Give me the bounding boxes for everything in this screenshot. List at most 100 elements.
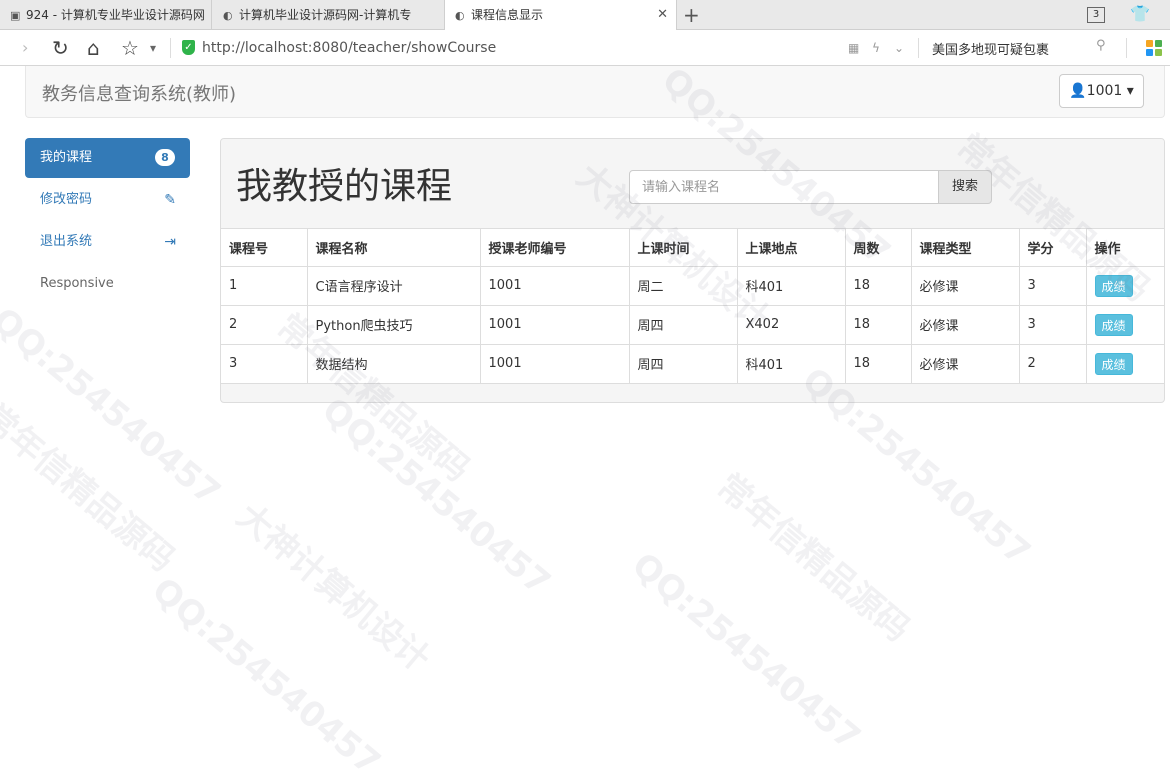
table-row: 1 C语言程序设计 1001 周二 科401 18 必修课 3 成绩 [221,265,1164,306]
close-tab-icon[interactable]: ✕ [657,0,668,30]
reload-icon[interactable]: ↻ [52,36,69,60]
home-icon[interactable]: ⌂ [87,36,100,60]
cell-course-id: 3 [221,343,308,384]
app-navbar: 教务信息查询系统(教师) 👤1001 ▾ [25,66,1165,118]
forward-icon[interactable]: › [22,36,28,60]
watermark-text: 常年信精品源码 [0,396,183,580]
cell-location: 科401 [736,265,846,306]
divider [1126,38,1127,58]
watermark-text: QQ:254540457 [0,300,228,514]
browser-tab-3[interactable]: ◐ 课程信息显示 ✕ [445,0,677,31]
browser-tab-2[interactable]: ◐ 计算机毕业设计源码网-计算机专 [213,0,445,30]
cell-credit: 2 [1018,343,1087,384]
pencil-icon: ✎ [164,192,176,208]
url-host: http://localhost [202,40,308,56]
column-header: 操作 [1085,229,1164,267]
watermark-text: QQ:254540457 [314,390,558,604]
sidebar-item-logout[interactable]: 退出系统 ⇥ [25,222,190,262]
cell-action: 成绩 [1085,343,1164,384]
sidebar-item-change-password[interactable]: 修改密码 ✎ [25,180,190,220]
cell-weeks: 18 [844,265,912,306]
divider [918,38,919,58]
cell-location: 科401 [736,343,846,384]
grade-button[interactable]: 成绩 [1094,274,1133,297]
search-button[interactable]: 搜索 [938,170,992,204]
divider [170,38,171,58]
cell-type: 必修课 [910,304,1020,345]
column-header: 课程号 [221,229,308,267]
cell-weeks: 18 [844,304,912,345]
cell-course-name: 数据结构 [306,343,481,384]
cell-course-name: C语言程序设计 [306,265,481,306]
column-header: 上课时间 [628,229,738,267]
logout-icon: ⇥ [164,234,176,250]
watermark-text: QQ:254540457 [624,545,868,759]
qr-code-icon[interactable]: ▦ [848,41,859,55]
cell-teacher-id: 1001 [479,343,630,384]
sidebar-item-label: Responsive [40,276,114,291]
watermark-text: 大神计算机设计 [229,496,438,680]
page-icon: ▣ [10,9,21,22]
shield-icon: ✓ [182,40,195,55]
sidebar-item-label: 我的课程 [40,150,93,165]
cell-teacher-id: 1001 [479,304,630,345]
star-icon[interactable]: ☆ [121,36,139,60]
lightning-icon[interactable]: ϟ [872,41,880,55]
tab-label: 924 - 计算机专业毕业设计源码网 [26,8,205,22]
course-count-badge: 8 [155,149,175,166]
browser-tab-1[interactable]: ▣ 924 - 计算机专业毕业设计源码网 [0,0,212,30]
chevron-down-icon[interactable]: ▾ [150,41,156,55]
browser-search-box[interactable]: 美国多地现可疑包裹 [932,39,1049,58]
column-header: 上课地点 [736,229,846,267]
cell-location: X402 [736,304,846,345]
course-search-input[interactable] [629,170,939,204]
column-header: 周数 [844,229,912,267]
grade-button[interactable]: 成绩 [1094,352,1133,375]
column-header: 学分 [1018,229,1087,267]
user-dropdown-button[interactable]: 👤1001 ▾ [1059,74,1144,108]
tab-count-badge[interactable]: 3 [1087,7,1105,23]
page-title: 我教授的课程 [236,166,453,207]
mask-icon: ◐ [455,9,465,22]
cell-course-id: 2 [221,304,308,345]
chevron-down-icon[interactable]: ⌄ [894,41,904,55]
cell-credit: 3 [1018,304,1087,345]
sidebar-item-label: 退出系统 [40,234,93,249]
cell-type: 必修课 [910,343,1020,384]
sidebar-item-responsive[interactable]: Responsive [25,264,190,304]
sidebar-item-my-courses[interactable]: 我的课程 8 [25,138,190,178]
table-header-row: 课程号 课程名称 授课老师编号 上课时间 上课地点 周数 课程类型 学分 操作 [221,229,1164,267]
column-header: 课程名称 [306,229,481,267]
column-header: 课程类型 [910,229,1020,267]
search-icon[interactable]: ⚲ [1096,38,1106,53]
cell-course-id: 1 [221,265,308,306]
cell-action: 成绩 [1085,265,1164,306]
new-tab-button[interactable]: + [683,3,700,27]
sidebar-item-label: 修改密码 [40,192,93,207]
caret-down-icon: ▾ [1122,83,1134,99]
browser-tabbar: ▣ 924 - 计算机专业毕业设计源码网 ◐ 计算机毕业设计源码网-计算机专 ◐ 课程… [0,0,1170,31]
tab-label: 计算机毕业设计源码网-计算机专 [239,8,412,22]
user-id: 1001 [1086,83,1123,99]
cell-type: 必修课 [910,265,1020,306]
cell-course-name: Python爬虫技巧 [306,304,481,345]
cell-time: 周四 [628,343,738,384]
tab-label: 课程信息显示 [471,8,544,22]
url-path: :8080/teacher/showCourse [307,40,497,56]
browser-toolbar: › ↻ ⌂ ☆ ▾ ✓ http://localhost:8080/teache… [0,30,1170,66]
panel-heading: 我教授的课程 搜索 [221,139,1164,229]
grade-button[interactable]: 成绩 [1094,313,1133,336]
column-header: 授课老师编号 [479,229,630,267]
cell-time: 周二 [628,265,738,306]
cell-weeks: 18 [844,343,912,384]
user-icon: 👤 [1069,83,1087,99]
apps-grid-icon[interactable] [1146,40,1162,56]
app-brand[interactable]: 教务信息查询系统(教师) [42,80,236,106]
shirt-icon[interactable]: 👕 [1130,4,1150,23]
watermark-text: QQ:254540457 [144,570,388,783]
watermark-text: 常年信精品源码 [709,466,918,650]
course-table: 课程号 课程名称 授课老师编号 上课时间 上课地点 周数 课程类型 学分 操作 … [221,229,1164,384]
cell-action: 成绩 [1085,304,1164,345]
cell-time: 周四 [628,304,738,345]
address-bar[interactable]: http://localhost:8080/teacher/showCourse [202,39,496,57]
